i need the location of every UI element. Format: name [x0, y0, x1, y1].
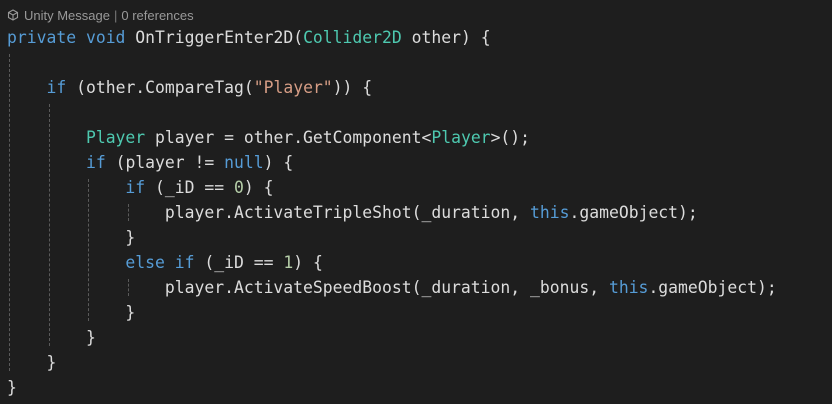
code-token: )) { [332, 78, 373, 97]
code-token: ) { [293, 253, 323, 272]
code-token: .gameObject); [569, 203, 698, 222]
indent-guide [9, 54, 10, 371]
code-line[interactable]: player.ActivateSpeedBoost(_duration, _bo… [7, 275, 777, 300]
code-line[interactable]: if (player != null) { [7, 150, 777, 175]
code-token: if [125, 178, 146, 197]
indent-guide [48, 104, 50, 346]
code-token: } [7, 228, 136, 247]
code-line[interactable]: } [7, 350, 777, 375]
code-line[interactable]: } [7, 375, 777, 400]
code-line[interactable]: player.ActivateTripleShot(_duration, thi… [7, 200, 777, 225]
code-token: if [174, 253, 195, 272]
code-token: (player != [105, 153, 225, 172]
code-line[interactable]: Player player = other.GetComponent<Playe… [7, 125, 777, 150]
codelens-references[interactable]: 0 references [121, 8, 193, 23]
code-line[interactable]: if (_iD == 0) { [7, 175, 777, 200]
code-line[interactable] [7, 100, 777, 125]
codelens-separator: | [113, 7, 118, 23]
code-token: ) { [263, 153, 294, 172]
code-token: if [46, 78, 67, 97]
code-line[interactable]: } [7, 225, 777, 250]
code-token: .gameObject); [648, 278, 777, 297]
code-token: } [7, 353, 57, 372]
code-line[interactable]: else if (_iD == 1) { [7, 250, 777, 275]
indent-guide [127, 279, 129, 296]
code-token: player.ActivateTripleShot(_duration, [7, 203, 531, 222]
code-line[interactable]: private void OnTriggerEnter2D(Collider2D… [7, 25, 777, 50]
code-token: this [608, 278, 649, 297]
code-line[interactable]: } [7, 300, 777, 325]
code-token: null [224, 153, 264, 172]
code-token: this [530, 203, 570, 222]
code-token: Player [85, 128, 146, 147]
indent-guide [88, 179, 90, 321]
code-token: 0 [233, 178, 244, 197]
code-line[interactable]: } [7, 325, 777, 350]
code-token: (_iD == [145, 178, 234, 197]
code-token: private [7, 28, 77, 47]
code-token: player = other.GetComponent< [145, 128, 432, 147]
code-token: Player [431, 128, 491, 147]
code-token: >(); [490, 128, 531, 147]
code-token: (other.CompareTag( [66, 78, 254, 97]
code-token: (_iD == [194, 253, 284, 272]
code-token: } [7, 378, 17, 397]
codelens-unity-message[interactable]: Unity Message [24, 8, 110, 23]
code-lines[interactable]: private void OnTriggerEnter2D(Collider2D… [7, 25, 777, 400]
code-line[interactable] [7, 50, 777, 75]
code-line[interactable]: if (other.CompareTag("Player")) { [7, 75, 777, 100]
code-token: other) { [401, 28, 491, 47]
code-token: player.ActivateSpeedBoost(_duration, _bo… [7, 278, 609, 297]
codelens-bar: Unity Message | 0 references [7, 6, 194, 24]
code-token: 1 [283, 253, 294, 272]
code-token: if [85, 153, 106, 172]
code-token: } [7, 303, 136, 322]
code-token: } [7, 328, 96, 347]
code-token: void [85, 28, 126, 47]
code-editor[interactable]: Unity Message | 0 references private voi… [0, 0, 832, 404]
code-token: "Player" [253, 78, 333, 97]
indent-guide [127, 204, 129, 221]
code-token: ) { [243, 178, 274, 197]
code-token: OnTriggerEnter2D( [125, 28, 304, 47]
code-token: else [125, 253, 165, 272]
code-token: Collider2D [303, 28, 402, 47]
unity-cube-icon [7, 9, 19, 21]
